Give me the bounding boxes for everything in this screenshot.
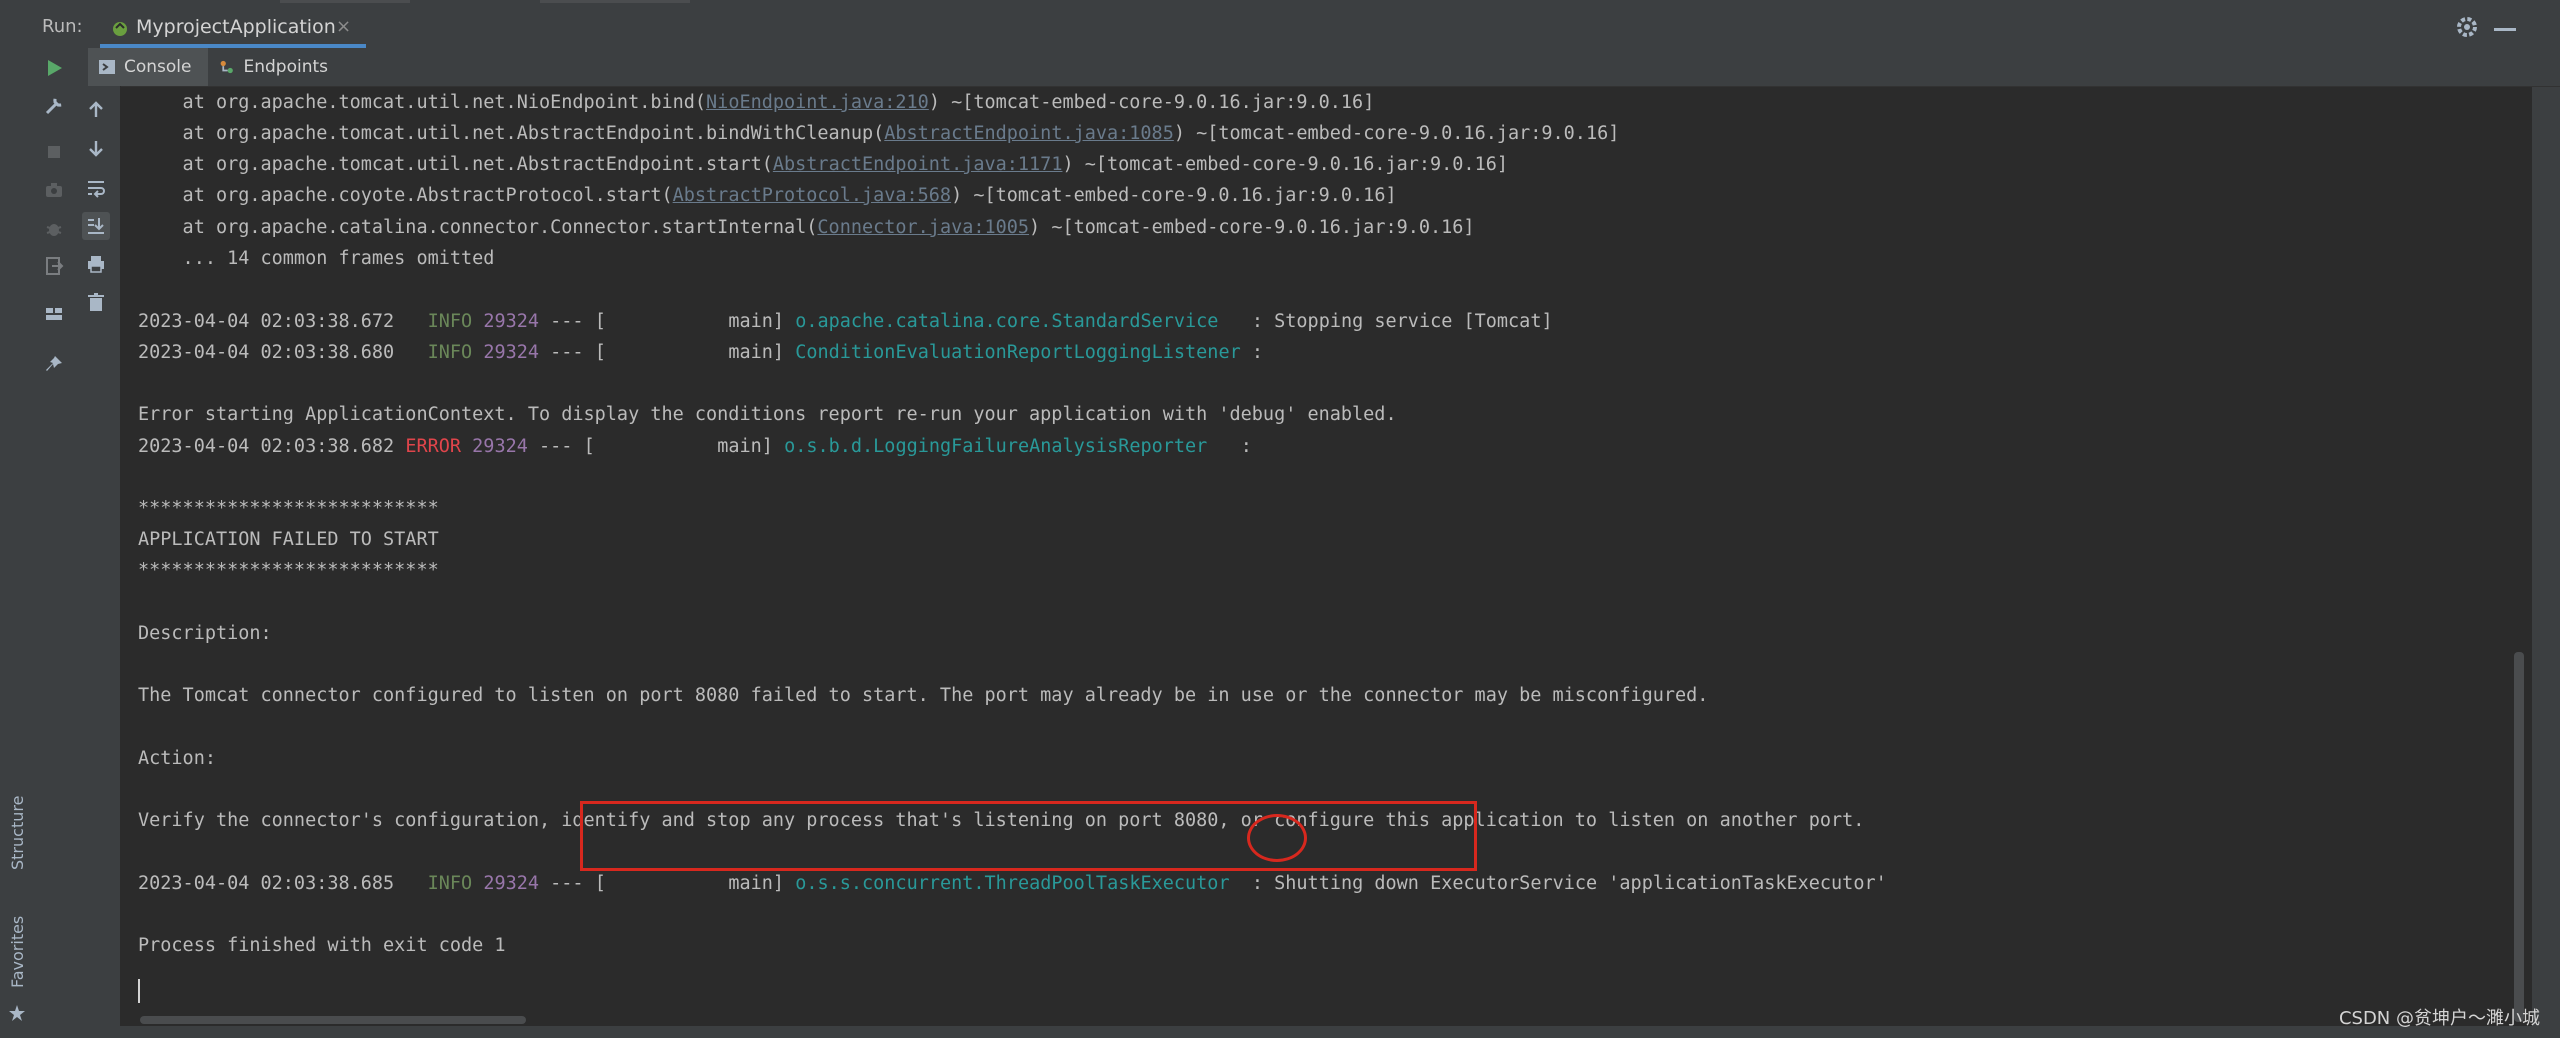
wrench-icon (45, 98, 62, 115)
stop-button[interactable] (40, 138, 68, 166)
log-level: ERROR (405, 436, 462, 457)
stack-line: at org.apache.tomcat.util.net.NioEndpoin… (138, 92, 1375, 113)
print-icon (88, 256, 104, 273)
debug-button[interactable] (40, 214, 68, 242)
layout-button[interactable] (40, 300, 68, 328)
description-label: Description: (138, 623, 272, 644)
run-label: Run: (42, 16, 83, 37)
log-pid: 29324 (483, 311, 540, 332)
log-level: INFO (416, 311, 473, 332)
log-level: INFO (416, 342, 473, 363)
stop-icon (48, 146, 60, 158)
stack-line: at org.apache.tomcat.util.net.AbstractEn… (138, 123, 1620, 144)
camera-icon (46, 183, 62, 197)
horizontal-scrollbar[interactable] (120, 1012, 2512, 1026)
logger-name: o.s.s.concurrent.ThreadPoolTaskExecutor (795, 873, 1241, 894)
stack-line: at org.apache.coyote.AbstractProtocol.st… (138, 185, 1397, 206)
run-subtabs: Console Endpoints (74, 48, 2560, 87)
log-level: INFO (416, 873, 473, 894)
description-text: The Tomcat connector configured to liste… (138, 685, 1709, 706)
right-tool-stripe (2532, 87, 2560, 1038)
run-configuration-tab[interactable]: MyprojectApplication × (100, 8, 366, 48)
tab-console-label: Console (124, 57, 192, 77)
structure-tab[interactable]: Structure (8, 796, 27, 870)
log-line: 2023-04-04 02:03:38.682 ERROR 29324 --- … (138, 436, 1252, 457)
pin-icon (46, 356, 62, 371)
vertical-scroll-thumb[interactable] (2514, 652, 2524, 1022)
annotation-port-circle (1247, 814, 1307, 862)
rerun-button[interactable] (40, 54, 68, 82)
favorites-tab[interactable]: Favorites (8, 916, 27, 988)
log-pid: 29324 (472, 436, 528, 457)
text-cursor (138, 979, 140, 1003)
dump-threads-button[interactable] (40, 176, 68, 204)
console-icon (99, 60, 115, 74)
structure-label: Structure (8, 795, 27, 870)
scroll-down-button[interactable] (82, 134, 110, 162)
scroll-to-end-icon (88, 218, 104, 234)
console-actions-toolbar (74, 86, 121, 1038)
trash-icon (88, 293, 104, 311)
stack-line: at org.apache.catalina.connector.Connect… (138, 217, 1475, 238)
logger-name: ConditionEvaluationReportLoggingListener (795, 342, 1241, 363)
run-tool-window-header: Run: MyprojectApplication × (0, 4, 2560, 49)
log-line: 2023-04-04 02:03:38.680 INFO 29324 --- [… (138, 342, 1264, 363)
soft-wrap-icon (88, 181, 105, 198)
layout-icon (46, 308, 62, 320)
banner-stars: *************************** (138, 498, 439, 519)
tab-endpoints-label: Endpoints (243, 57, 328, 77)
spring-boot-icon (113, 22, 127, 36)
watermark: CSDN @贫坤户～濉小城 (2338, 1008, 2540, 1029)
run-tab-title: MyprojectApplication (136, 16, 336, 38)
source-link[interactable]: AbstractEndpoint.java:1171 (773, 154, 1063, 175)
endpoints-icon (220, 60, 233, 74)
source-link[interactable]: AbstractEndpoint.java:1085 (884, 123, 1174, 144)
annotation-highlight-box (580, 801, 1477, 871)
vertical-scrollbar[interactable] (2512, 87, 2532, 1026)
favorites-label: Favorites (8, 915, 27, 988)
tab-endpoints[interactable]: Endpoints (208, 48, 338, 86)
logger-name: o.apache.catalina.core.StandardService (795, 311, 1241, 332)
log-pid: 29324 (483, 873, 540, 894)
close-tab-icon[interactable]: × (336, 16, 351, 37)
horizontal-scroll-thumb[interactable] (140, 1016, 526, 1024)
exit-button[interactable] (40, 252, 68, 280)
error-context-line: Error starting ApplicationContext. To di… (138, 404, 1397, 425)
exit-icon (46, 257, 64, 275)
stack-line: at org.apache.tomcat.util.net.AbstractEn… (138, 154, 1508, 175)
left-tool-stripe: Structure Favorites (0, 48, 35, 1038)
logger-name: o.s.b.d.LoggingFailureAnalysisReporter (784, 436, 1230, 457)
arrow-up-icon (89, 101, 103, 117)
arrow-down-icon (89, 141, 103, 157)
bug-icon (46, 224, 62, 236)
play-icon (48, 60, 62, 76)
minimize-icon[interactable] (2494, 28, 2516, 31)
omitted-frames-line: ... 14 common frames omitted (138, 248, 495, 269)
editor-tab-remnant (540, 0, 690, 3)
log-line: 2023-04-04 02:03:38.685 INFO 29324 --- [… (138, 873, 1887, 894)
banner-stars: *************************** (138, 560, 439, 581)
scroll-to-end-button[interactable] (82, 212, 110, 240)
log-pid: 29324 (483, 342, 540, 363)
source-link[interactable]: Connector.java:1005 (817, 217, 1029, 238)
editor-tab-remnant (280, 0, 410, 3)
console-output[interactable]: at org.apache.tomcat.util.net.NioEndpoin… (120, 87, 2512, 1026)
clear-all-button[interactable] (82, 288, 110, 316)
tab-console[interactable]: Console (88, 48, 208, 86)
action-label: Action: (138, 748, 216, 769)
gear-icon[interactable] (2452, 12, 2482, 42)
print-button[interactable] (82, 250, 110, 278)
source-link[interactable]: NioEndpoint.java:210 (706, 92, 929, 113)
star-icon (9, 1005, 25, 1021)
log-line: 2023-04-04 02:03:38.672 INFO 29324 --- [… (138, 311, 1553, 332)
exit-code-line: Process finished with exit code 1 (138, 935, 506, 956)
failure-banner: APPLICATION FAILED TO START (138, 529, 439, 550)
source-link[interactable]: AbstractProtocol.java:568 (673, 185, 951, 206)
scroll-up-button[interactable] (82, 96, 110, 124)
run-actions-toolbar (34, 48, 74, 1038)
pin-button[interactable] (40, 350, 68, 378)
soft-wrap-button[interactable] (82, 174, 110, 202)
edit-configuration-button[interactable] (40, 92, 68, 120)
status-bar (34, 1026, 2560, 1038)
